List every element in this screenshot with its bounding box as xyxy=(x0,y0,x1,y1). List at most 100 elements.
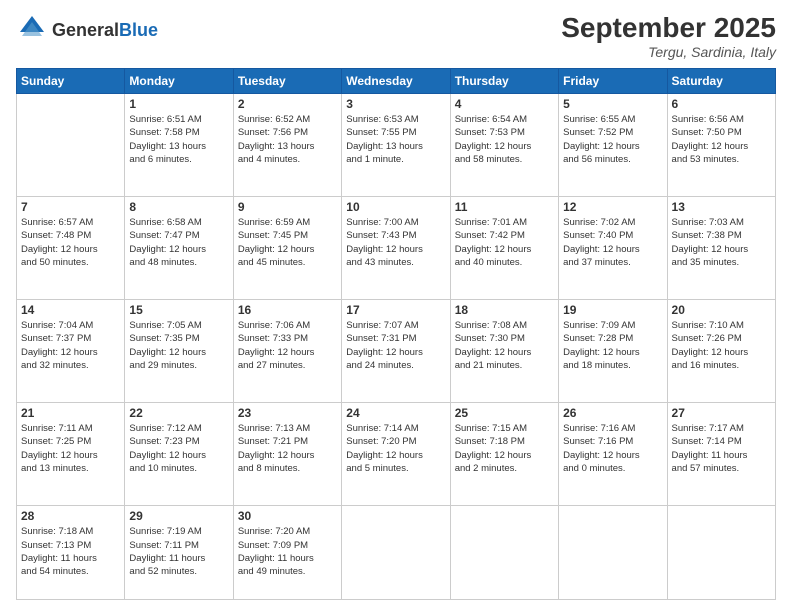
calendar-cell: 13Sunrise: 7:03 AM Sunset: 7:38 PM Dayli… xyxy=(667,197,775,300)
day-info: Sunrise: 7:05 AM Sunset: 7:35 PM Dayligh… xyxy=(129,319,228,372)
day-info: Sunrise: 6:54 AM Sunset: 7:53 PM Dayligh… xyxy=(455,113,554,166)
calendar-cell: 6 Sunrise: 6:56 AM Sunset: 7:50 PM Daylig… xyxy=(667,94,775,197)
day-number: 7 xyxy=(21,200,120,214)
day-number: 20 xyxy=(672,303,771,317)
day-info: Sunrise: 6:53 AM Sunset: 7:55 PM Dayligh… xyxy=(346,113,445,166)
calendar-cell: 3 Sunrise: 6:53 AM Sunset: 7:55 PM Daylig… xyxy=(342,94,450,197)
day-number: 16 xyxy=(238,303,337,317)
day-info: Sunrise: 7:19 AM Sunset: 7:11 PM Dayligh… xyxy=(129,525,228,578)
day-number: 3 xyxy=(346,97,445,111)
day-info: Sunrise: 6:56 AM Sunset: 7:50 PM Dayligh… xyxy=(672,113,771,166)
week-row-2: 7 Sunrise: 6:57 AM Sunset: 7:48 PM Daylig… xyxy=(17,197,776,300)
calendar-cell: 2 Sunrise: 6:52 AM Sunset: 7:56 PM Daylig… xyxy=(233,94,341,197)
weekday-wednesday: Wednesday xyxy=(342,69,450,94)
day-number: 15 xyxy=(129,303,228,317)
calendar-cell xyxy=(450,506,558,600)
calendar-cell xyxy=(667,506,775,600)
day-info: Sunrise: 7:14 AM Sunset: 7:20 PM Dayligh… xyxy=(346,422,445,475)
calendar-cell: 19 Sunrise: 7:09 AM Sunset: 7:28 PM Dayli… xyxy=(559,300,667,403)
day-number: 27 xyxy=(672,406,771,420)
day-info: Sunrise: 6:59 AM Sunset: 7:45 PM Dayligh… xyxy=(238,216,337,269)
weekday-tuesday: Tuesday xyxy=(233,69,341,94)
calendar-cell: 21 Sunrise: 7:11 AM Sunset: 7:25 PM Dayli… xyxy=(17,403,125,506)
calendar-cell: 14Sunrise: 7:04 AM Sunset: 7:37 PM Dayli… xyxy=(17,300,125,403)
day-number: 19 xyxy=(563,303,662,317)
day-number: 21 xyxy=(21,406,120,420)
day-number: 23 xyxy=(238,406,337,420)
day-number: 18 xyxy=(455,303,554,317)
day-info: Sunrise: 7:17 AM Sunset: 7:14 PM Dayligh… xyxy=(672,422,771,475)
month-title: September 2025 xyxy=(561,12,776,44)
calendar-cell: 26 Sunrise: 7:16 AM Sunset: 7:16 PM Dayli… xyxy=(559,403,667,506)
day-info: Sunrise: 7:12 AM Sunset: 7:23 PM Dayligh… xyxy=(129,422,228,475)
day-number: 29 xyxy=(129,509,228,523)
day-number: 12 xyxy=(563,200,662,214)
day-number: 9 xyxy=(238,200,337,214)
logo-icon xyxy=(16,12,48,49)
day-info: Sunrise: 6:58 AM Sunset: 7:47 PM Dayligh… xyxy=(129,216,228,269)
day-info: Sunrise: 7:18 AM Sunset: 7:13 PM Dayligh… xyxy=(21,525,120,578)
day-info: Sunrise: 7:10 AM Sunset: 7:26 PM Dayligh… xyxy=(672,319,771,372)
weekday-saturday: Saturday xyxy=(667,69,775,94)
week-row-3: 14Sunrise: 7:04 AM Sunset: 7:37 PM Dayli… xyxy=(17,300,776,403)
day-number: 11 xyxy=(455,200,554,214)
calendar-cell: 1 Sunrise: 6:51 AM Sunset: 7:58 PM Daylig… xyxy=(125,94,233,197)
calendar-cell: 7 Sunrise: 6:57 AM Sunset: 7:48 PM Daylig… xyxy=(17,197,125,300)
day-number: 28 xyxy=(21,509,120,523)
calendar-cell: 27 Sunrise: 7:17 AM Sunset: 7:14 PM Dayli… xyxy=(667,403,775,506)
calendar-cell xyxy=(17,94,125,197)
logo-text: GeneralBlue xyxy=(52,20,158,41)
weekday-monday: Monday xyxy=(125,69,233,94)
day-info: Sunrise: 7:00 AM Sunset: 7:43 PM Dayligh… xyxy=(346,216,445,269)
calendar-cell: 18 Sunrise: 7:08 AM Sunset: 7:30 PM Dayli… xyxy=(450,300,558,403)
calendar-cell: 4 Sunrise: 6:54 AM Sunset: 7:53 PM Daylig… xyxy=(450,94,558,197)
calendar: SundayMondayTuesdayWednesdayThursdayFrid… xyxy=(16,68,776,600)
weekday-header-row: SundayMondayTuesdayWednesdayThursdayFrid… xyxy=(17,69,776,94)
day-info: Sunrise: 6:52 AM Sunset: 7:56 PM Dayligh… xyxy=(238,113,337,166)
weekday-friday: Friday xyxy=(559,69,667,94)
day-info: Sunrise: 7:02 AM Sunset: 7:40 PM Dayligh… xyxy=(563,216,662,269)
day-info: Sunrise: 6:57 AM Sunset: 7:48 PM Dayligh… xyxy=(21,216,120,269)
day-info: Sunrise: 7:15 AM Sunset: 7:18 PM Dayligh… xyxy=(455,422,554,475)
calendar-cell: 23Sunrise: 7:13 AM Sunset: 7:21 PM Dayli… xyxy=(233,403,341,506)
logo: GeneralBlue xyxy=(16,12,158,49)
day-number: 1 xyxy=(129,97,228,111)
week-row-5: 28 Sunrise: 7:18 AM Sunset: 7:13 PM Dayli… xyxy=(17,506,776,600)
header: GeneralBlue September 2025 Tergu, Sardin… xyxy=(16,12,776,60)
calendar-cell: 9 Sunrise: 6:59 AM Sunset: 7:45 PM Daylig… xyxy=(233,197,341,300)
week-row-4: 21 Sunrise: 7:11 AM Sunset: 7:25 PM Dayli… xyxy=(17,403,776,506)
day-info: Sunrise: 7:11 AM Sunset: 7:25 PM Dayligh… xyxy=(21,422,120,475)
day-info: Sunrise: 7:20 AM Sunset: 7:09 PM Dayligh… xyxy=(238,525,337,578)
day-number: 14 xyxy=(21,303,120,317)
weekday-sunday: Sunday xyxy=(17,69,125,94)
day-info: Sunrise: 7:07 AM Sunset: 7:31 PM Dayligh… xyxy=(346,319,445,372)
calendar-cell: 15 Sunrise: 7:05 AM Sunset: 7:35 PM Dayli… xyxy=(125,300,233,403)
day-number: 6 xyxy=(672,97,771,111)
day-number: 30 xyxy=(238,509,337,523)
calendar-cell: 5Sunrise: 6:55 AM Sunset: 7:52 PM Daylig… xyxy=(559,94,667,197)
day-number: 4 xyxy=(455,97,554,111)
day-info: Sunrise: 7:01 AM Sunset: 7:42 PM Dayligh… xyxy=(455,216,554,269)
day-number: 17 xyxy=(346,303,445,317)
day-number: 10 xyxy=(346,200,445,214)
location: Tergu, Sardinia, Italy xyxy=(561,44,776,60)
week-row-1: 1 Sunrise: 6:51 AM Sunset: 7:58 PM Daylig… xyxy=(17,94,776,197)
day-number: 26 xyxy=(563,406,662,420)
calendar-cell xyxy=(342,506,450,600)
calendar-cell xyxy=(559,506,667,600)
calendar-cell: 20 Sunrise: 7:10 AM Sunset: 7:26 PM Dayli… xyxy=(667,300,775,403)
day-info: Sunrise: 7:08 AM Sunset: 7:30 PM Dayligh… xyxy=(455,319,554,372)
day-number: 2 xyxy=(238,97,337,111)
day-info: Sunrise: 7:09 AM Sunset: 7:28 PM Dayligh… xyxy=(563,319,662,372)
calendar-cell: 28 Sunrise: 7:18 AM Sunset: 7:13 PM Dayli… xyxy=(17,506,125,600)
day-info: Sunrise: 7:16 AM Sunset: 7:16 PM Dayligh… xyxy=(563,422,662,475)
title-area: September 2025 Tergu, Sardinia, Italy xyxy=(561,12,776,60)
calendar-cell: 24 Sunrise: 7:14 AM Sunset: 7:20 PM Dayli… xyxy=(342,403,450,506)
day-info: Sunrise: 6:51 AM Sunset: 7:58 PM Dayligh… xyxy=(129,113,228,166)
calendar-cell: 25Sunrise: 7:15 AM Sunset: 7:18 PM Dayli… xyxy=(450,403,558,506)
day-number: 5 xyxy=(563,97,662,111)
calendar-cell: 22Sunrise: 7:12 AM Sunset: 7:23 PM Dayli… xyxy=(125,403,233,506)
calendar-cell: 8Sunrise: 6:58 AM Sunset: 7:47 PM Daylig… xyxy=(125,197,233,300)
weekday-thursday: Thursday xyxy=(450,69,558,94)
day-number: 24 xyxy=(346,406,445,420)
